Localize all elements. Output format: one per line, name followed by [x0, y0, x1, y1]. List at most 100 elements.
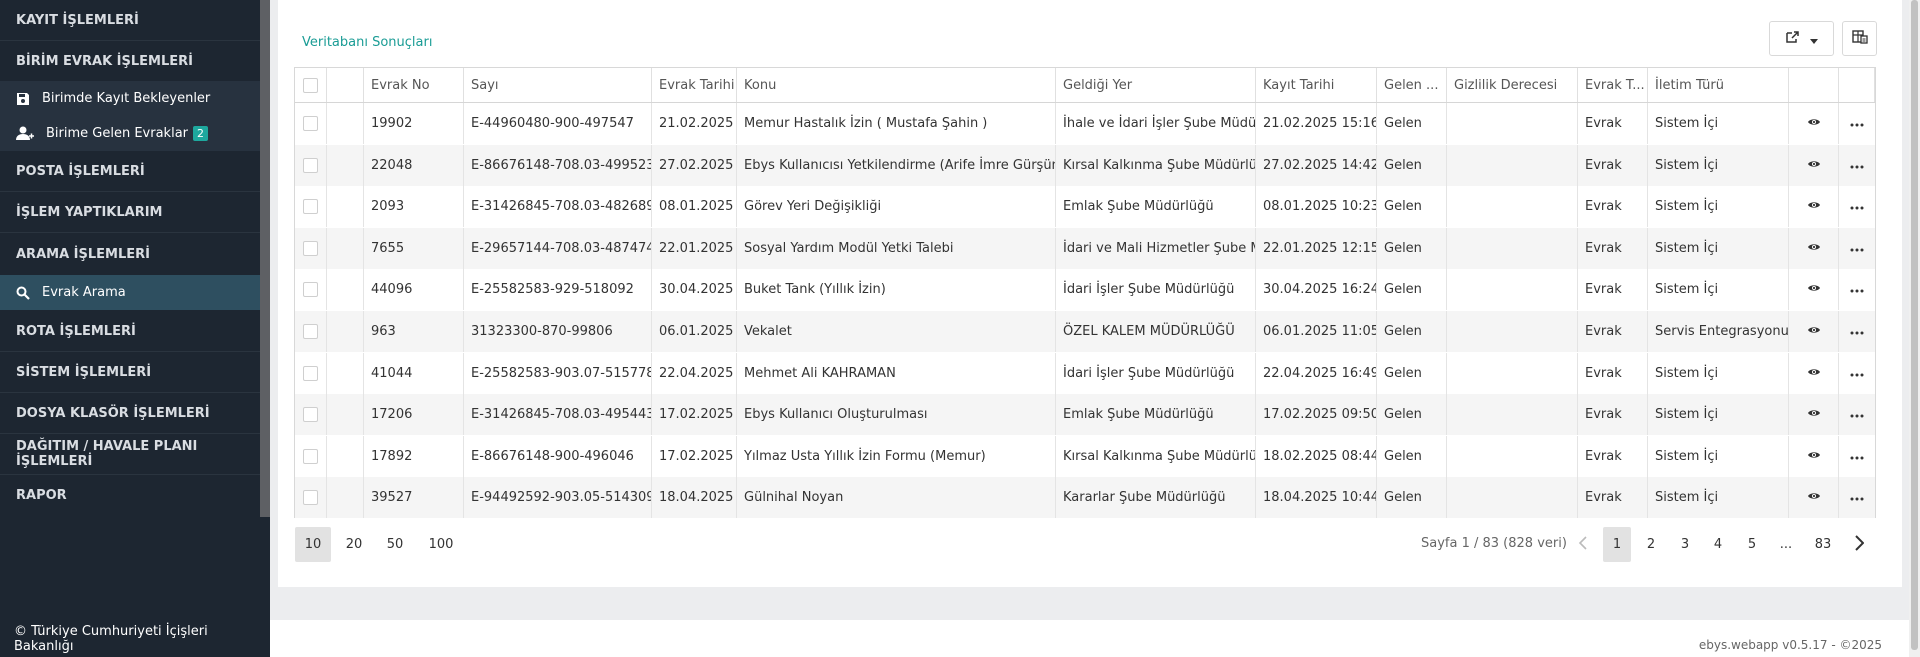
nav-birimde-kayit-bekleyenler[interactable]: Birimde Kayıt Bekleyenler	[0, 81, 260, 116]
cell-menu[interactable]	[1839, 103, 1875, 144]
cell-view[interactable]	[1789, 269, 1839, 311]
cell-view[interactable]	[1789, 394, 1839, 436]
eye-icon[interactable]	[1807, 490, 1821, 505]
nav-dosya-klasor-islemleri[interactable]: DOSYA KLASÖR İŞLEMLERİ	[0, 393, 260, 433]
eye-icon[interactable]	[1807, 366, 1821, 381]
table-row[interactable]: 39527 E-94492592-903.05-514309 18.04.2025 G…	[295, 477, 1875, 519]
table-row[interactable]: 17206 E-31426845-708.03-495443 17.02.2025 E…	[295, 394, 1875, 436]
row-checkbox[interactable]	[303, 324, 318, 339]
more-options-icon[interactable]	[1850, 324, 1864, 339]
cell-view[interactable]	[1789, 186, 1839, 228]
select-all-checkbox[interactable]	[303, 77, 318, 93]
table-row[interactable]: 41044 E-25582583-903.07-515778 22.04.2025 M…	[295, 352, 1875, 394]
more-options-icon[interactable]	[1850, 158, 1864, 173]
more-options-icon[interactable]	[1850, 366, 1864, 381]
cell-view[interactable]	[1789, 144, 1839, 186]
cell-view[interactable]	[1789, 103, 1839, 144]
row-checkbox[interactable]	[303, 199, 318, 215]
cell-menu[interactable]	[1839, 186, 1875, 227]
eye-icon[interactable]	[1807, 449, 1821, 464]
next-page-button[interactable]	[1845, 527, 1873, 562]
cell-view[interactable]	[1789, 477, 1839, 519]
eye-icon[interactable]	[1807, 324, 1821, 339]
sidebar-scrollbar[interactable]	[260, 0, 270, 517]
more-options-icon[interactable]	[1850, 116, 1864, 131]
prev-page-button[interactable]	[1568, 527, 1596, 562]
nav-sistem-islemleri[interactable]: SİSTEM İŞLEMLERİ	[0, 352, 260, 392]
nav-rota-islemleri[interactable]: ROTA İŞLEMLERİ	[0, 311, 260, 351]
eye-icon[interactable]	[1807, 407, 1821, 422]
cell-menu[interactable]	[1839, 311, 1875, 352]
cell-menu[interactable]	[1839, 394, 1875, 435]
page-4[interactable]: 4	[1704, 527, 1732, 562]
column-header-geldigi-yer[interactable]: Geldiği Yer	[1056, 68, 1256, 102]
table-row[interactable]: 22048 E-86676148-708.03-499523 27.02.2025 E…	[295, 144, 1875, 186]
more-options-icon[interactable]	[1850, 449, 1864, 464]
cell-menu[interactable]	[1839, 477, 1875, 518]
page-1[interactable]: 1	[1603, 527, 1631, 562]
cell-view[interactable]	[1789, 227, 1839, 269]
cell-menu[interactable]	[1839, 145, 1875, 186]
table-row[interactable]: 17892 E-86676148-900-496046 17.02.2025 Yılm…	[295, 435, 1875, 477]
cell-view[interactable]	[1789, 311, 1839, 352]
column-header-kayit-tarihi[interactable]: Kayıt Tarihi	[1256, 68, 1377, 102]
row-checkbox[interactable]	[303, 282, 318, 298]
more-options-icon[interactable]	[1850, 241, 1864, 256]
cell-menu[interactable]	[1839, 436, 1875, 477]
cell-menu[interactable]	[1839, 228, 1875, 269]
column-header-konu[interactable]: Konu	[737, 68, 1056, 102]
more-options-icon[interactable]	[1850, 490, 1864, 505]
row-checkbox[interactable]	[303, 448, 318, 464]
cell-menu[interactable]	[1839, 353, 1875, 394]
eye-icon[interactable]	[1807, 241, 1821, 256]
eye-icon[interactable]	[1807, 158, 1821, 173]
nav-rapor[interactable]: RAPOR	[0, 475, 260, 515]
nav-birim-evrak-islemleri[interactable]: BİRİM EVRAK İŞLEMLERİ	[0, 41, 260, 81]
row-checkbox[interactable]	[303, 407, 318, 423]
column-header-evrak-tarihi[interactable]: Evrak Tarihi	[652, 68, 737, 102]
page-size-20[interactable]: 20	[336, 527, 372, 562]
column-chooser-button[interactable]	[1842, 21, 1877, 56]
more-options-icon[interactable]	[1850, 407, 1864, 422]
export-button[interactable]	[1769, 21, 1834, 56]
page-last[interactable]: 83	[1808, 527, 1838, 562]
page-size-50[interactable]: 50	[377, 527, 413, 562]
table-row[interactable]: 2093 E-31426845-708.03-482689 08.01.2025 Gö…	[295, 186, 1875, 228]
row-checkbox[interactable]	[303, 365, 318, 381]
page-2[interactable]: 2	[1637, 527, 1665, 562]
nav-posta-islemleri[interactable]: POSTA İŞLEMLERİ	[0, 151, 260, 191]
table-row[interactable]: 7655 E-29657144-708.03-487474 22.01.2025 So…	[295, 227, 1875, 269]
nav-kayit-islemleri[interactable]: KAYIT İŞLEMLERİ	[0, 0, 260, 40]
column-header-iletim-turu[interactable]: İletim Türü	[1648, 68, 1789, 102]
row-checkbox[interactable]	[303, 157, 318, 173]
nav-arama-islemleri[interactable]: ARAMA İŞLEMLERİ	[0, 234, 260, 274]
column-header-sayi[interactable]: Sayı	[464, 68, 652, 102]
column-header-gelen[interactable]: Gelen ...	[1377, 68, 1447, 102]
nav-evrak-arama[interactable]: Evrak Arama	[0, 275, 260, 310]
table-row[interactable]: 44096 E-25582583-929-518092 30.04.2025 Buke…	[295, 269, 1875, 311]
scroll-thumb[interactable]	[1911, 0, 1918, 650]
page-size-10[interactable]: 10	[295, 527, 331, 562]
page-size-100[interactable]: 100	[420, 527, 462, 562]
nav-islem-yaptiklarim[interactable]: İŞLEM YAPTIKLARIM	[0, 192, 260, 232]
eye-icon[interactable]	[1807, 116, 1821, 131]
row-checkbox[interactable]	[303, 116, 318, 131]
nav-birime-gelen-evraklar[interactable]: Birime Gelen Evraklar 2	[0, 116, 260, 151]
column-header-evrak-no[interactable]: Evrak No	[364, 68, 464, 102]
more-options-icon[interactable]	[1850, 199, 1864, 214]
cell-view[interactable]	[1789, 435, 1839, 477]
more-options-icon[interactable]	[1850, 282, 1864, 297]
column-header-gizlilik[interactable]: Gizlilik Derecesi	[1447, 68, 1578, 102]
row-checkbox[interactable]	[303, 240, 318, 256]
column-header-evrak-turu[interactable]: Evrak T...	[1578, 68, 1648, 102]
eye-icon[interactable]	[1807, 282, 1821, 297]
cell-menu[interactable]	[1839, 269, 1875, 310]
page-scrollbar[interactable]	[1909, 0, 1920, 657]
page-5[interactable]: 5	[1738, 527, 1766, 562]
table-row[interactable]: 963 31323300-870-99806 06.01.2025 Vekalet ÖZ…	[295, 311, 1875, 352]
cell-view[interactable]	[1789, 352, 1839, 394]
page-3[interactable]: 3	[1671, 527, 1699, 562]
eye-icon[interactable]	[1807, 199, 1821, 214]
nav-dagitim-havale-plani[interactable]: DAĞITIM / HAVALE PLANI İŞLEMLERİ	[0, 434, 260, 474]
row-checkbox[interactable]	[303, 490, 318, 506]
